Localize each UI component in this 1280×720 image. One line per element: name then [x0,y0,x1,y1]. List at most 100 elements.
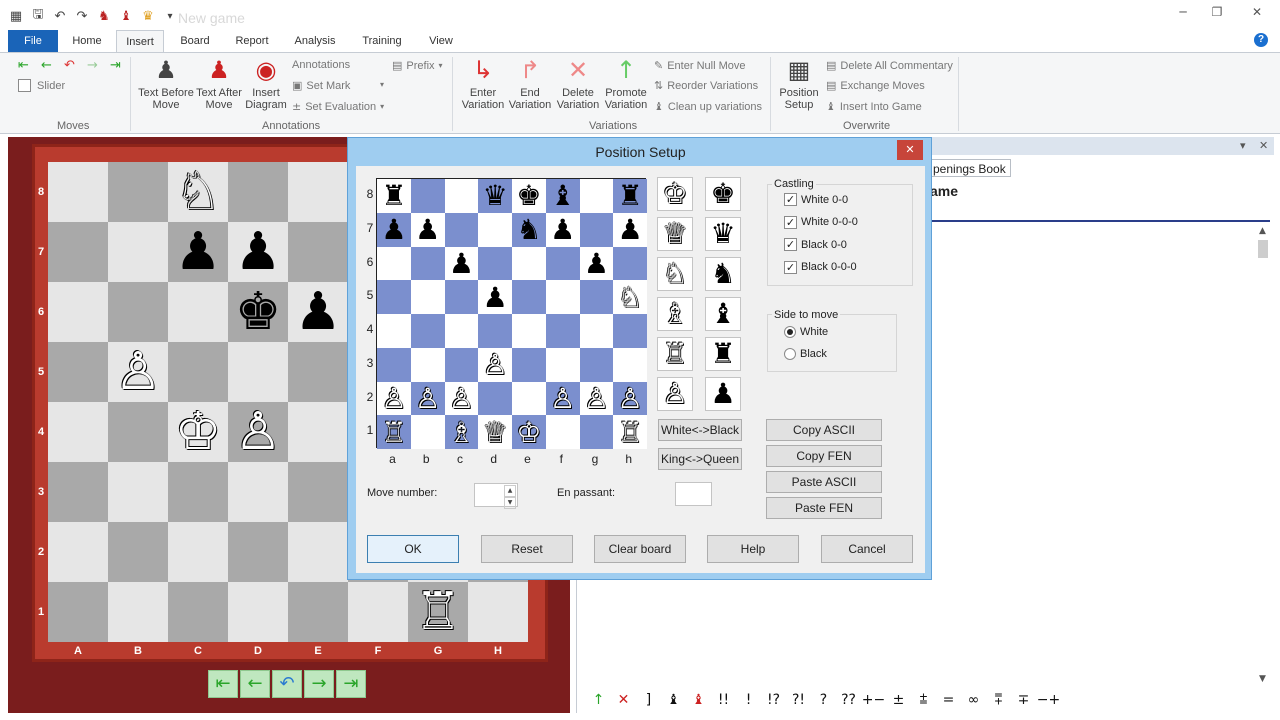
setup-square[interactable] [512,347,546,382]
setup-square[interactable] [545,246,580,281]
palette-piece[interactable]: ♝ [705,297,741,331]
annotation-symbol[interactable]: ∞ [961,690,986,710]
setup-square[interactable]: ♖ [613,415,647,449]
redo-icon[interactable]: ↷ [74,8,90,24]
board-square[interactable] [108,282,168,342]
board-square[interactable] [108,582,168,642]
palette-piece[interactable]: ♔ [657,177,693,211]
tab-board[interactable]: Board [174,30,216,52]
annotation-symbol[interactable]: ⩲ [911,690,936,710]
king-queen-swap-button[interactable]: King<->Queen [658,448,742,470]
clear-board-button[interactable]: Clear board [594,535,686,563]
setup-square[interactable] [377,280,411,314]
setup-square[interactable]: ♙ [410,381,445,416]
scrollbar-thumb[interactable] [1258,240,1268,258]
board-square[interactable] [228,582,288,642]
setup-square[interactable]: ♛ [478,179,512,213]
chess-piece[interactable]: ♟ [295,282,342,342]
last-move-icon[interactable]: ⇥ [106,59,125,73]
board-square[interactable]: ♟ [288,282,348,342]
setup-square[interactable] [579,280,614,314]
crown-icon[interactable]: ♛ [140,8,156,24]
board-square[interactable] [108,222,168,282]
board-square[interactable] [168,522,228,582]
setup-square[interactable]: ♞ [512,212,546,247]
scroll-up-icon[interactable]: ▲ [1259,226,1266,236]
board-square[interactable] [108,462,168,522]
setup-square[interactable] [579,179,614,213]
setup-square[interactable] [478,246,512,281]
piece-icon[interactable]: ♝ [118,8,134,24]
annotation-symbol[interactable]: = [936,690,961,710]
spin-up-icon[interactable]: ▲ [504,485,516,497]
chess-piece[interactable]: ♖ [381,416,406,449]
board-square[interactable] [108,402,168,462]
setup-square[interactable] [545,347,580,382]
annotation-symbol[interactable]: ↑ [586,690,611,710]
customize-icon[interactable]: ▾ [162,8,178,24]
setup-square[interactable] [410,179,445,213]
chess-piece[interactable]: ♔ [516,416,541,449]
annotation-symbol[interactable]: ] [636,690,661,710]
annotation-symbol[interactable]: ?? [836,690,861,710]
annotation-symbol[interactable]: ?! [786,690,811,710]
tab-view[interactable]: View [424,30,458,52]
setup-square[interactable]: ♜ [613,179,647,213]
chess-piece[interactable]: ♝ [550,179,575,212]
setup-square[interactable]: ♕ [478,415,512,449]
checkbox[interactable] [18,79,31,92]
chess-piece[interactable]: ♜ [381,179,406,212]
tab-training[interactable]: Training [356,30,408,52]
chess-piece[interactable]: ♟ [449,247,474,280]
annotation-symbol[interactable]: ! [736,690,761,710]
setup-square[interactable] [545,415,580,449]
restore-icon[interactable]: ❐ [1200,0,1234,24]
copy-ascii-button[interactable]: Copy ASCII [766,419,882,441]
setup-square[interactable] [410,415,445,449]
help-icon[interactable]: ? [1254,33,1268,47]
annotations-button[interactable]: Annotations [292,59,350,71]
board-square[interactable]: ♟ [168,222,228,282]
setup-square[interactable] [512,246,546,281]
clean-up-variations-button[interactable]: ♝ Clean up variations [654,100,762,113]
board-square[interactable] [48,462,108,522]
piece-icon[interactable]: ♞ [96,8,112,24]
setup-square[interactable] [444,314,479,348]
pane-close-icon[interactable]: ✕ [1259,139,1268,152]
chess-piece[interactable]: ♟ [550,213,575,246]
radio-button[interactable] [784,326,796,338]
close-icon[interactable]: ✕ [897,140,923,160]
dropdown-icon[interactable]: ▾ [380,80,384,89]
board-square[interactable]: ♔ [168,402,228,462]
spin-down-icon[interactable]: ▼ [504,497,516,509]
exchange-moves-button[interactable]: ▤ Exchange Moves [826,79,925,92]
chess-piece[interactable]: ♗ [449,416,474,449]
setup-square[interactable]: ♜ [377,179,411,213]
annotation-symbol[interactable]: ∓ [1011,690,1036,710]
insert-diagram-button[interactable]: ◉ Insert Diagram [244,57,288,111]
enter-variation-button[interactable]: ↳ Enter Variation [460,57,506,111]
annotation-symbol[interactable]: !? [761,690,786,710]
palette-piece[interactable]: ♚ [705,177,741,211]
next-move-icon[interactable]: → [83,59,102,73]
side-to-move-option[interactable]: White [784,326,828,338]
next-move-icon[interactable]: → [304,670,334,698]
checkbox[interactable]: ✓ [784,215,797,229]
setup-square[interactable] [613,314,647,348]
setup-square[interactable]: ♟ [545,212,580,247]
prev-move-icon[interactable]: ← [240,670,270,698]
checkbox[interactable]: ✓ [784,260,797,274]
tab-home[interactable]: Home [66,30,108,52]
board-square[interactable]: ♙ [228,402,288,462]
chess-piece[interactable]: ♙ [449,382,474,415]
chess-piece[interactable]: ♟ [618,213,643,246]
board-square[interactable] [288,342,348,402]
last-move-icon[interactable]: ⇥ [336,670,366,698]
annotation-symbol[interactable]: ♝ [686,690,711,710]
checkbox[interactable]: ✓ [784,238,797,251]
tab-file[interactable]: File [8,30,58,52]
setup-square[interactable] [410,280,445,314]
annotation-symbol[interactable]: ± [886,690,911,710]
reorder-variations-button[interactable]: ⇅ Reorder Variations [654,79,758,92]
chess-piece[interactable]: ♙ [235,402,282,462]
